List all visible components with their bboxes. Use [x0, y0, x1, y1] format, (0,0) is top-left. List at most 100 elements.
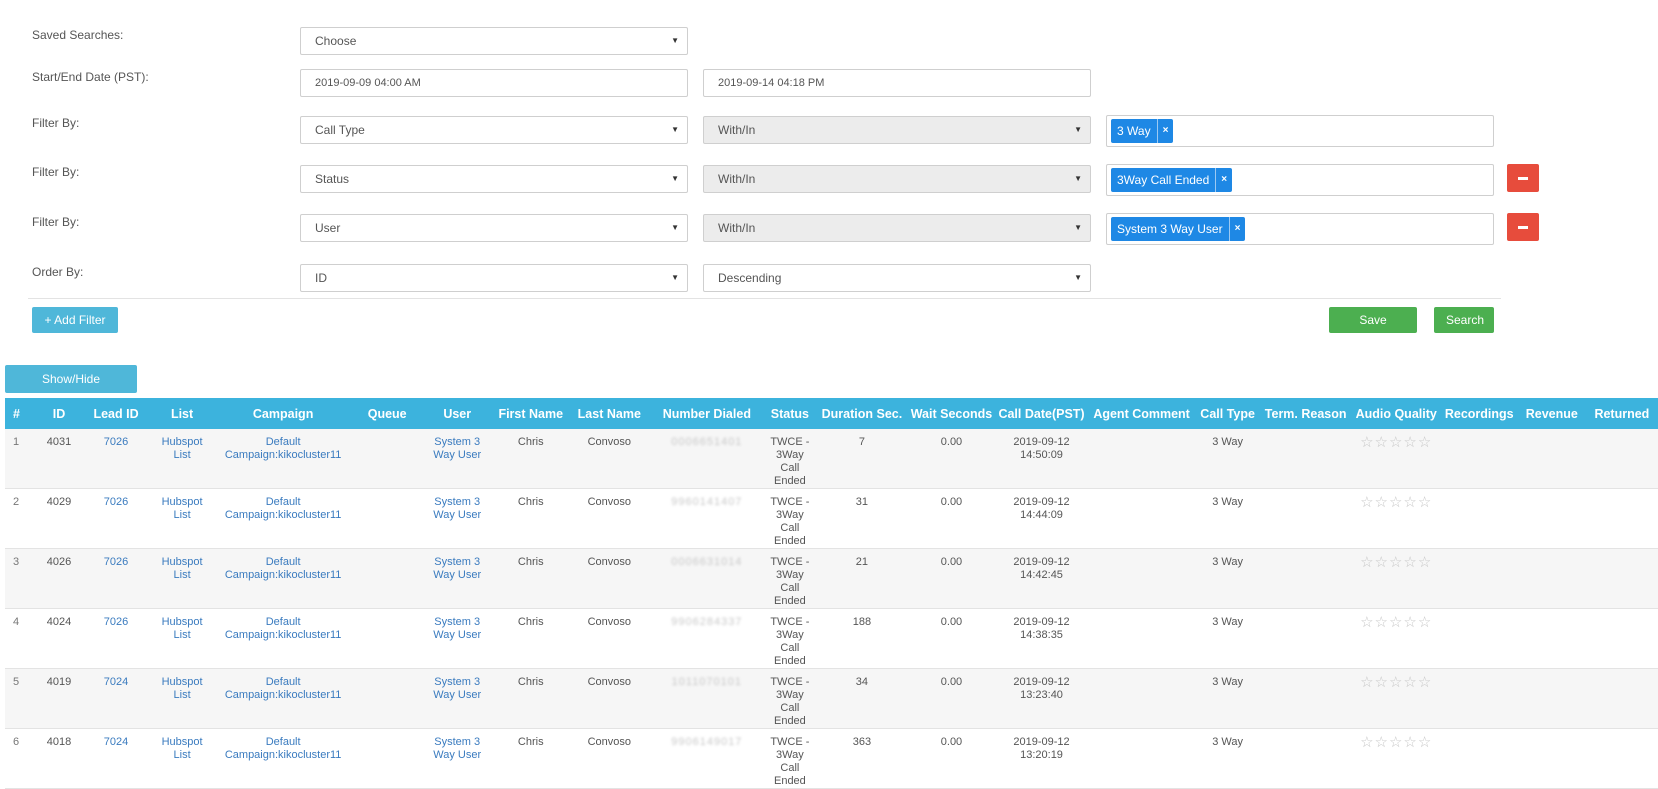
order-field-select[interactable]: ID ▼: [300, 264, 688, 292]
duration: 21: [855, 556, 869, 568]
campaign-link[interactable]: Default Campaign:kikocluster11: [213, 429, 353, 489]
user-link[interactable]: System 3 Way User: [421, 549, 493, 609]
first-name: Chris: [517, 616, 544, 628]
campaign-link[interactable]: Default Campaign:kikocluster11: [213, 729, 353, 789]
star-rating-icon[interactable]: ☆☆☆☆☆: [1352, 549, 1441, 609]
order-direction-select[interactable]: Descending ▼: [703, 264, 1091, 292]
star-rating-icon-value[interactable]: ☆☆☆☆☆: [1360, 734, 1432, 751]
star-rating-icon-value[interactable]: ☆☆☆☆☆: [1360, 674, 1432, 691]
column-header-id[interactable]: ID: [37, 398, 81, 429]
call-date-time: 14:42:45: [1020, 569, 1063, 581]
star-rating-icon[interactable]: ☆☆☆☆☆: [1352, 669, 1441, 729]
filter-operator-select[interactable]: With/In ▼: [703, 165, 1091, 193]
list-link[interactable]: Hubspot List: [151, 489, 213, 549]
star-rating-icon[interactable]: ☆☆☆☆☆: [1352, 609, 1441, 669]
campaign-link[interactable]: Default Campaign:kikocluster11: [213, 489, 353, 549]
column-header-duration[interactable]: Duration Sec.: [816, 398, 907, 429]
call-type: 3 Way: [1212, 496, 1243, 508]
list-link[interactable]: Hubspot List: [151, 429, 213, 489]
list-link[interactable]: Hubspot List: [151, 669, 213, 729]
column-header-revenue[interactable]: Revenue: [1518, 398, 1586, 429]
list-link[interactable]: Hubspot List: [151, 609, 213, 669]
column-header-call-type[interactable]: Call Type: [1196, 398, 1260, 429]
saved-searches-select[interactable]: Choose ▼: [300, 27, 688, 55]
star-rating-icon-value[interactable]: ☆☆☆☆☆: [1360, 614, 1432, 631]
save-search-button[interactable]: Save Search: [1329, 307, 1417, 353]
column-header-number[interactable]: #: [5, 398, 37, 429]
number-dialed: 0006631014: [650, 549, 763, 609]
lead-id-link[interactable]: 7026: [81, 429, 151, 489]
user-link[interactable]: System 3 Way User: [421, 609, 493, 669]
show-hide-columns-button[interactable]: Show/Hide Columns: [5, 365, 137, 414]
campaign-link[interactable]: Default Campaign:kikocluster11: [213, 549, 353, 609]
filter-field-select[interactable]: User ▼: [300, 214, 688, 242]
column-header-list[interactable]: List: [151, 398, 213, 429]
list-link[interactable]: Hubspot List: [151, 729, 213, 789]
call-date: 2019-09-12 14:50:09: [996, 429, 1088, 489]
campaign-link[interactable]: Default Campaign:kikocluster11: [213, 669, 353, 729]
column-header-last-name[interactable]: Last Name: [568, 398, 650, 429]
filter-tags-input[interactable]: System 3 Way User ×: [1106, 213, 1494, 245]
star-rating-icon-value[interactable]: ☆☆☆☆☆: [1360, 434, 1432, 451]
end-date-input[interactable]: 2019-09-14 04:18 PM: [703, 69, 1091, 97]
row-number: 4: [13, 616, 20, 628]
filter-operator-select[interactable]: With/In ▼: [703, 116, 1091, 144]
column-header-returned[interactable]: Returned: [1586, 398, 1658, 429]
column-header-term-reason[interactable]: Term. Reason: [1260, 398, 1352, 429]
star-rating-icon[interactable]: ☆☆☆☆☆: [1352, 729, 1441, 789]
user-link[interactable]: System 3 Way User: [421, 729, 493, 789]
status: TWCE - 3Way Call Ended: [770, 736, 810, 787]
start-date-input[interactable]: 2019-09-09 04:00 AM: [300, 69, 688, 97]
lead-id-link[interactable]: 7026: [81, 489, 151, 549]
filter-field-select[interactable]: Status ▼: [300, 165, 688, 193]
column-header-user[interactable]: User: [421, 398, 493, 429]
column-header-call-date[interactable]: Call Date(PST): [996, 398, 1088, 429]
wait-seconds: 0.00: [940, 736, 963, 748]
lead-id-link[interactable]: 7026: [81, 609, 151, 669]
close-icon[interactable]: ×: [1228, 217, 1246, 241]
call-date: 2019-09-12 13:23:40: [996, 669, 1088, 729]
lead-id-link[interactable]: 7024: [81, 669, 151, 729]
form-divider: [28, 298, 1501, 299]
returned: [1586, 669, 1658, 729]
filter-tags-input[interactable]: 3 Way ×: [1106, 115, 1494, 147]
star-rating-icon[interactable]: ☆☆☆☆☆: [1352, 489, 1441, 549]
lead-id-link[interactable]: 7024: [81, 729, 151, 789]
column-header-campaign[interactable]: Campaign: [213, 398, 353, 429]
row-number: 6: [13, 736, 20, 748]
remove-filter-button[interactable]: [1507, 164, 1539, 192]
column-header-status[interactable]: Status: [763, 398, 816, 429]
user-link[interactable]: System 3 Way User: [421, 429, 493, 489]
filter-tags-input[interactable]: 3Way Call Ended ×: [1106, 164, 1494, 196]
star-rating-icon[interactable]: ☆☆☆☆☆: [1352, 429, 1441, 489]
column-header-first-name[interactable]: First Name: [493, 398, 568, 429]
chevron-down-icon: ▼: [1074, 174, 1082, 183]
add-filter-button[interactable]: + Add Filter: [32, 307, 118, 333]
filter-field-select[interactable]: Call Type ▼: [300, 116, 688, 144]
first-name: Chris: [517, 436, 544, 448]
column-header-audio-quality[interactable]: Audio Quality: [1352, 398, 1441, 429]
star-rating-icon-value[interactable]: ☆☆☆☆☆: [1360, 554, 1432, 571]
column-header-wait-seconds[interactable]: Wait Seconds: [907, 398, 995, 429]
column-header-queue[interactable]: Queue: [353, 398, 421, 429]
close-icon[interactable]: ×: [1156, 119, 1174, 143]
duration: 363: [852, 736, 872, 748]
user-link[interactable]: System 3 Way User: [421, 489, 493, 549]
recordings: [1441, 429, 1518, 489]
star-rating-icon-value[interactable]: ☆☆☆☆☆: [1360, 494, 1432, 511]
column-header-agent-comment[interactable]: Agent Comment: [1088, 398, 1196, 429]
column-header-recordings[interactable]: Recordings: [1441, 398, 1518, 429]
remove-filter-button[interactable]: [1507, 213, 1539, 241]
row-number: 2: [13, 496, 20, 508]
lead-id-link[interactable]: 7026: [81, 549, 151, 609]
first-name: Chris: [517, 736, 544, 748]
queue: [353, 489, 421, 549]
column-header-number-dialed[interactable]: Number Dialed: [650, 398, 763, 429]
column-header-lead-id[interactable]: Lead ID: [81, 398, 151, 429]
user-link[interactable]: System 3 Way User: [421, 669, 493, 729]
search-button[interactable]: Search: [1434, 307, 1494, 333]
campaign-link[interactable]: Default Campaign:kikocluster11: [213, 609, 353, 669]
filter-operator-select[interactable]: With/In ▼: [703, 214, 1091, 242]
list-link[interactable]: Hubspot List: [151, 549, 213, 609]
close-icon[interactable]: ×: [1215, 168, 1232, 192]
